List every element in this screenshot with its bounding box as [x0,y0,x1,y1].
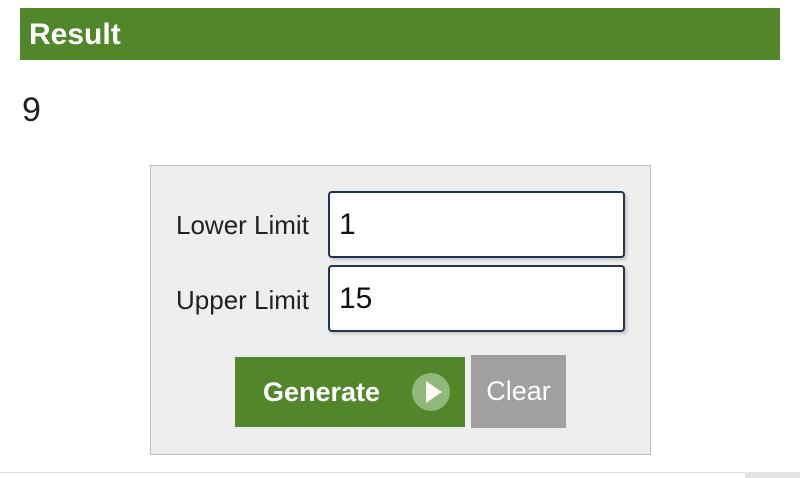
result-value: 9 [22,91,41,129]
upper-limit-input[interactable] [328,265,625,332]
clear-button[interactable]: Clear [471,355,566,428]
lower-limit-input[interactable] [328,191,625,258]
upper-limit-label: Upper Limit [176,285,309,315]
random-number-form: Lower Limit Upper Limit Generate Clear [150,165,651,455]
horizontal-scrollbar[interactable] [745,472,800,478]
lower-limit-label: Lower Limit [176,210,309,240]
result-title: Result [29,18,121,51]
play-icon [412,373,450,411]
clear-label: Clear [486,376,551,406]
generate-label: Generate [263,377,381,407]
result-header: Result [20,8,780,60]
bottom-divider [0,472,800,473]
generate-button[interactable]: Generate [235,357,465,427]
